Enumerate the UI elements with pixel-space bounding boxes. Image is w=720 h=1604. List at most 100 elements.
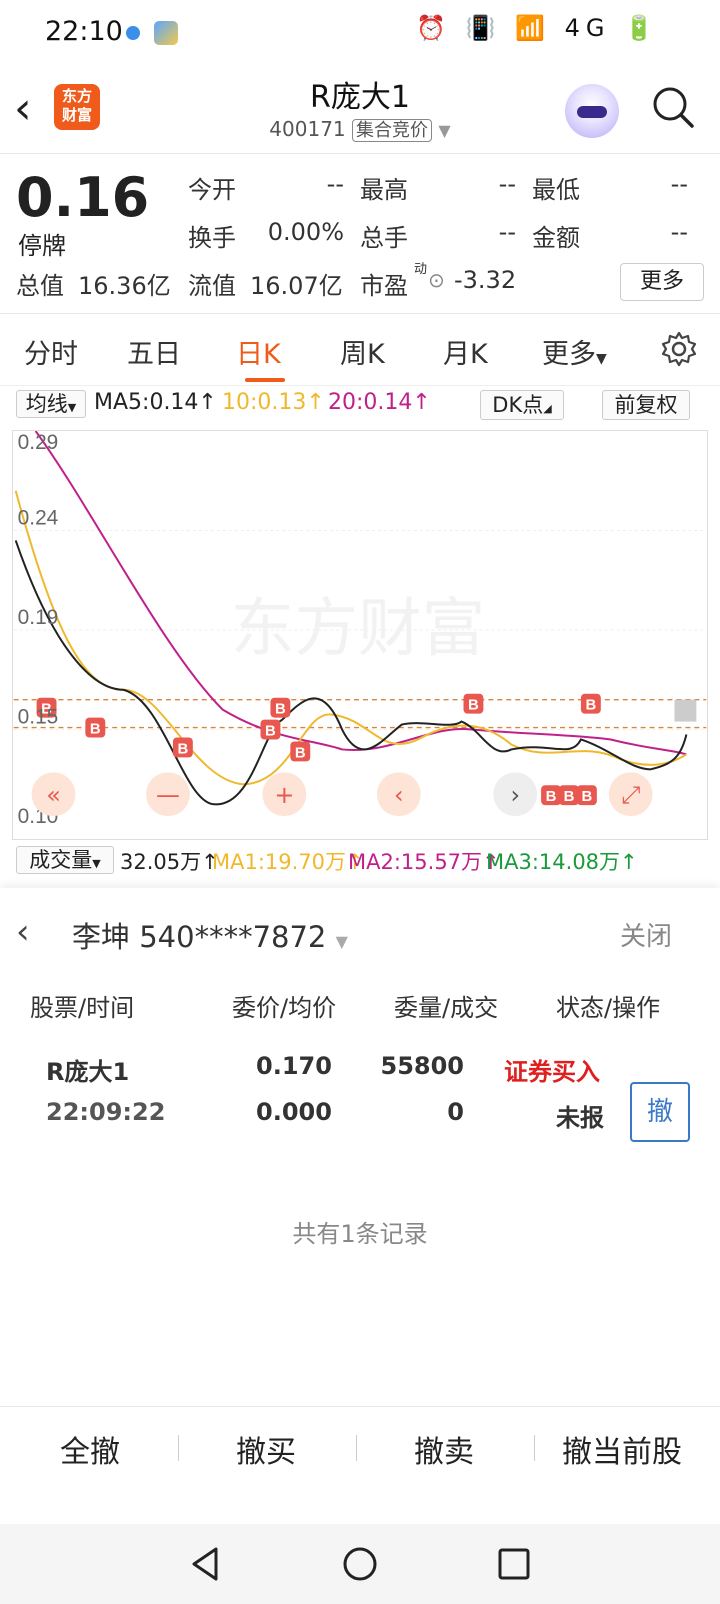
tab-daily-k[interactable]: 日K: [236, 332, 281, 371]
cancel-order-button[interactable]: 撤: [630, 1082, 690, 1142]
cancel-current-stock-button[interactable]: 撤当前股: [532, 1427, 712, 1471]
svg-text:B: B: [177, 740, 188, 757]
scroll-left-icon: ‹: [394, 781, 404, 809]
stock-code: 400171: [269, 117, 346, 141]
svg-text:B: B: [468, 697, 479, 714]
svg-text:B: B: [582, 788, 593, 805]
buy-marker: B: [463, 693, 484, 714]
y-axis-label: 0.15: [18, 706, 59, 729]
assistant-robot-icon[interactable]: [565, 84, 619, 138]
col-status-action: 状态/操作: [556, 994, 661, 1022]
order-price: 0.170: [256, 1052, 332, 1080]
caret-down-icon: ▼: [438, 121, 451, 140]
order-time: 22:09:22: [46, 1098, 166, 1126]
vol-ma3-value: MA3:14.08万↑: [486, 850, 638, 874]
quote-panel: 0.16 停牌 今开 -- 最高 -- 最低 -- 换手 0.00% 总手 --…: [0, 154, 720, 314]
more-info-button[interactable]: 更多: [620, 263, 704, 301]
buy-marker: B: [559, 785, 579, 805]
current-price: 0.16: [16, 166, 150, 229]
tab-more[interactable]: 更多▼: [542, 332, 607, 371]
turnover-value: 0.00%: [267, 218, 344, 246]
status-time: 22:10: [45, 16, 123, 47]
caret-down-icon: ▼: [335, 932, 348, 951]
svg-text:B: B: [275, 701, 286, 718]
open-label: 今开: [188, 176, 236, 204]
amount-value: --: [670, 218, 688, 246]
svg-text:B: B: [585, 697, 596, 714]
tab-monthly-k[interactable]: 月K: [443, 332, 488, 371]
cancel-buy-button[interactable]: 撤买: [176, 1427, 356, 1471]
buy-marker: B: [260, 719, 281, 740]
app-notification-icon: [154, 21, 178, 45]
svg-text:B: B: [546, 788, 557, 805]
cancel-all-button[interactable]: 全撤: [0, 1427, 180, 1471]
record-count: 共有1条记录: [292, 1220, 428, 1248]
buy-marker: B: [85, 717, 106, 738]
scroll-left-fast-icon: «: [46, 781, 61, 809]
trading-status: 停牌: [18, 232, 66, 260]
account-selector[interactable]: 李坤 540****7872 ▼: [72, 914, 348, 956]
low-label: 最低: [532, 176, 580, 204]
buy-marker: B: [270, 697, 291, 718]
y-axis-label: 0.24: [18, 507, 59, 530]
volume-value: 32.05万↑: [120, 850, 219, 874]
scroll-right-icon: ›: [510, 781, 520, 809]
svg-text:B: B: [90, 721, 101, 738]
order-filled: 0: [447, 1098, 464, 1126]
mcap-label: 总值: [16, 272, 64, 300]
buy-marker: B: [172, 737, 193, 757]
col-price-avg: 委价/均价: [232, 994, 337, 1022]
zoom-out-icon: —: [156, 781, 180, 809]
tab-weekly-k[interactable]: 周K: [340, 332, 385, 371]
close-panel-button[interactable]: 关闭: [620, 916, 672, 953]
col-qty-filled: 委量/成交: [394, 994, 499, 1022]
ma-legend-row: 均线▼ MA5:0.14↑ 10:0.13↑ 20:0.14↑ DK点◢ 前复权: [0, 390, 720, 428]
fullscreen-icon: ⤢: [621, 781, 640, 809]
cancel-action-bar: 全撤 撤买 撤卖 撤当前股: [0, 1406, 720, 1486]
nav-recent-apps-icon[interactable]: [494, 1544, 534, 1584]
caret-down-icon: ▼: [596, 351, 607, 367]
volume-value: --: [498, 218, 516, 246]
vol-ma1-value: MA1:19.70万↑: [212, 850, 364, 874]
pe-value: -3.32: [454, 266, 517, 294]
high-label: 最高: [360, 176, 408, 204]
system-nav-bar: [0, 1524, 720, 1604]
buy-marker: B: [580, 693, 601, 714]
pe-label: 市盈: [360, 272, 408, 300]
volume-label: 总手: [360, 224, 408, 252]
order-state: 未报: [556, 1104, 604, 1132]
tab-five-day[interactable]: 五日: [127, 332, 181, 371]
svg-text:B: B: [265, 723, 276, 740]
system-status-icons: ⏰ 📳 📶 4G 🔋: [416, 14, 660, 42]
nav-back-icon[interactable]: [186, 1544, 226, 1584]
status-bar: 22:10 ⏰ 📳 📶 4G 🔋: [0, 0, 720, 66]
caret-down-icon: ▼: [92, 857, 101, 870]
cancel-sell-button[interactable]: 撤卖: [354, 1427, 534, 1471]
gear-icon[interactable]: [660, 330, 698, 368]
adjust-button[interactable]: 前复权: [602, 390, 690, 420]
volume-indicator-selector[interactable]: 成交量▼: [16, 846, 114, 874]
app-header: ‹ 东方 财富 R庞大1 400171 集合竞价 ▼: [0, 66, 720, 154]
nav-home-icon[interactable]: [340, 1544, 380, 1584]
browser-icon: [126, 26, 140, 40]
buy-marker: B: [290, 741, 311, 761]
float-value: 16.07亿: [250, 272, 343, 300]
indicator-selector[interactable]: 均线▼: [16, 390, 86, 418]
low-value: --: [670, 170, 688, 198]
order-type: 证券买入: [504, 1058, 600, 1086]
order-quantity: 55800: [380, 1052, 465, 1080]
amount-label: 金额: [532, 224, 580, 252]
dk-point-button[interactable]: DK点◢: [480, 390, 564, 420]
info-icon[interactable]: ⊙: [428, 268, 445, 292]
zoom-in-icon: +: [274, 781, 294, 809]
kline-chart[interactable]: 东方财富 B B B B B B B B B B B 0.29 0.24 0.1…: [12, 430, 708, 840]
order-stock-name: R庞大1: [46, 1058, 130, 1086]
buy-marker: B: [576, 785, 597, 805]
turnover-label: 换手: [188, 224, 236, 252]
ma5-value: MA5:0.14↑: [94, 390, 217, 415]
y-axis-label: 0.19: [18, 606, 59, 629]
panel-back-button[interactable]: ‹: [16, 912, 30, 952]
tab-intraday[interactable]: 分时: [24, 332, 78, 371]
high-value: --: [498, 170, 516, 198]
search-icon[interactable]: [652, 86, 694, 128]
